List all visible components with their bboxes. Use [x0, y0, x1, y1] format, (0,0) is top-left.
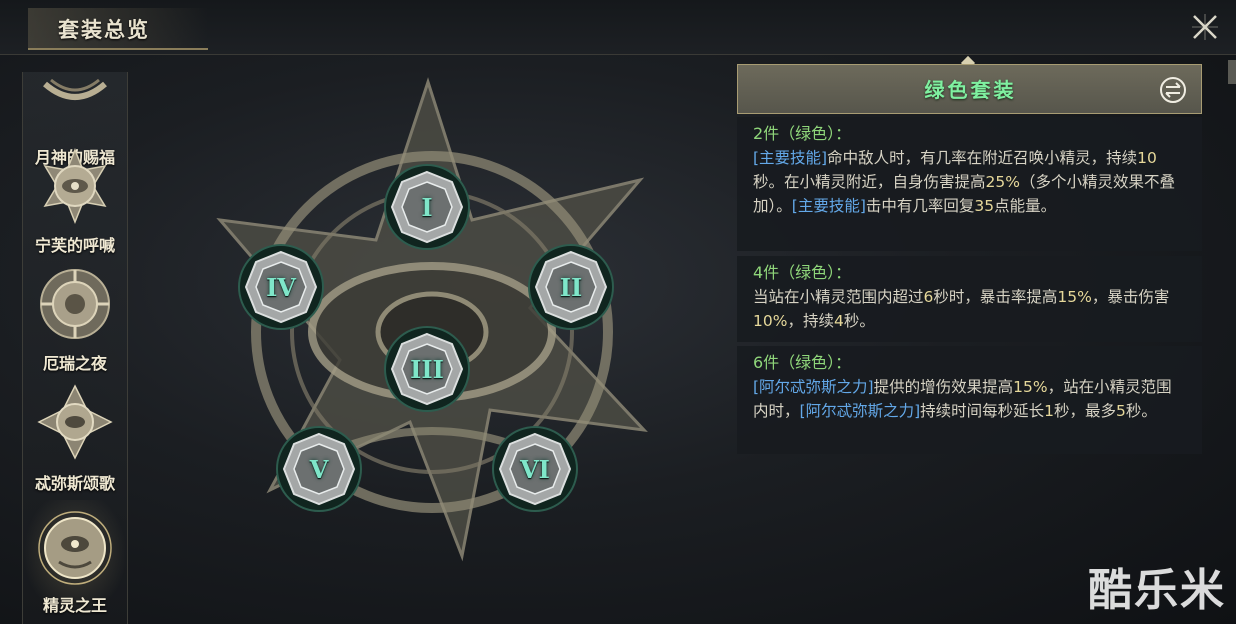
page-title: 套装总览	[58, 17, 150, 42]
set-piece-6[interactable]: VI	[492, 426, 578, 512]
bonus-2-piece: 2件（绿色）： [主要技能]命中敌人时，有几率在附近召唤小精灵，持续10秒。在小…	[737, 117, 1202, 251]
sidebar-item-label: 忒弥斯颂歌	[34, 474, 115, 493]
bonus-heading: 2件（绿色）：	[753, 124, 852, 143]
night-emblem-icon	[40, 269, 110, 339]
scroll-edge	[1228, 60, 1236, 84]
sidebar-item-ere-night[interactable]: 厄瑞之夜	[23, 262, 127, 380]
sidebar-item-label: 厄瑞之夜	[42, 354, 107, 373]
bonus-description: [主要技能]命中敌人时，有几率在附近召唤小精灵，持续10秒。在小精灵附近，自身伤…	[753, 149, 1175, 215]
set-piece-3[interactable]: III	[384, 326, 470, 412]
sidebar-item-themis-hymn[interactable]: 忒弥斯颂歌	[23, 382, 127, 500]
swap-icon[interactable]	[1159, 76, 1187, 104]
sidebar-item-elf-king[interactable]: 精灵之王	[23, 500, 127, 618]
moon-emblem-icon	[43, 78, 107, 100]
bonus-heading: 4件（绿色）：	[753, 263, 852, 282]
set-piece-5[interactable]: V	[276, 426, 362, 512]
set-piece-2[interactable]: II	[528, 244, 614, 330]
watermark-logo: 酷乐米	[1088, 565, 1226, 616]
piece-numeral: II	[559, 272, 583, 302]
set-piece-4[interactable]: IV	[238, 244, 324, 330]
set-panel-header: 绿色套装	[737, 64, 1202, 114]
close-button[interactable]	[1188, 10, 1222, 44]
set-sidebar: 月神的赐福 宁芙的呼喊 厄瑞之夜 忒弥斯颂歌	[22, 72, 128, 624]
sidebar-item-nymph-call[interactable]: 宁芙的呼喊	[23, 144, 127, 262]
piece-numeral: IV	[266, 272, 296, 302]
bonus-description: 当站在小精灵范围内超过6秒时，暴击率提高15%，暴击伤害10%，持续4秒。	[753, 288, 1170, 330]
eye-sun-emblem-icon	[43, 148, 107, 224]
set-piece-1[interactable]: I	[384, 164, 470, 250]
elf-king-emblem-icon	[38, 511, 112, 585]
piece-numeral: V	[309, 454, 329, 484]
bonus-4-piece: 4件（绿色）： 当站在小精灵范围内超过6秒时，暴击率提高15%，暴击伤害10%，…	[737, 256, 1202, 342]
sidebar-item-label: 精灵之王	[42, 596, 107, 615]
close-x-icon	[1192, 14, 1218, 40]
bonus-heading: 6件（绿色）：	[753, 353, 852, 372]
piece-numeral: I	[421, 192, 433, 222]
piece-numeral: VI	[520, 454, 550, 484]
piece-numeral: III	[410, 354, 444, 384]
bonus-6-piece: 6件（绿色）： [阿尔忒弥斯之力]提供的增伤效果提高15%，站在小精灵范围内时，…	[737, 346, 1202, 454]
set-name: 绿色套装	[924, 78, 1017, 102]
bonus-description: [阿尔忒弥斯之力]提供的增伤效果提高15%，站在小精灵范围内时，[阿尔忒弥斯之力…	[753, 378, 1172, 420]
set-star-diagram: I II III IV V VI	[200, 70, 680, 570]
sidebar-item-label: 宁芙的呼喊	[34, 236, 115, 255]
themis-emblem-icon	[37, 384, 113, 460]
